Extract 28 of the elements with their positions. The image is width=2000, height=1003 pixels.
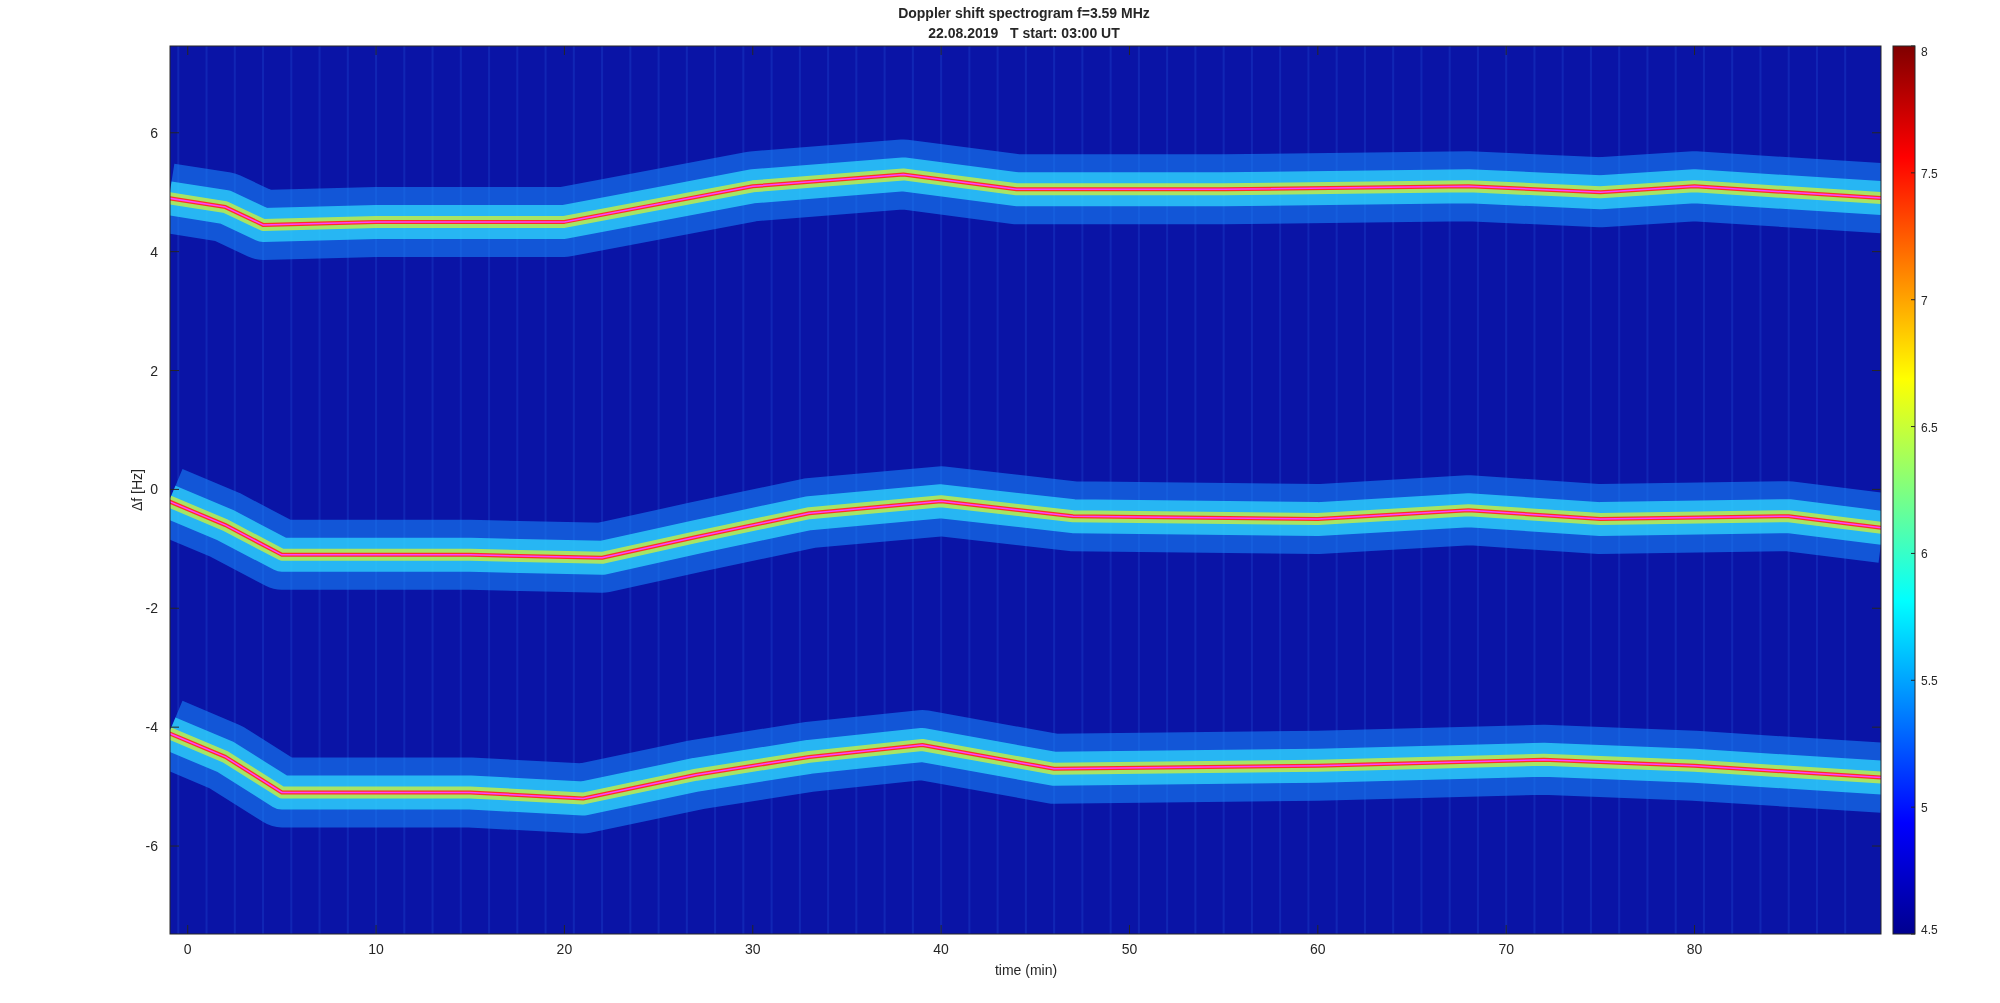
x-tick-label: 50 bbox=[1121, 941, 1138, 957]
x-tick-label: 70 bbox=[1498, 941, 1514, 957]
x-tick-label: 60 bbox=[1310, 941, 1326, 957]
colorbar-tick-label: 8 bbox=[1921, 45, 1928, 59]
x-tick-label: 80 bbox=[1686, 941, 1703, 957]
y-tick-label: 4 bbox=[150, 243, 158, 260]
y-axis-label: Δf [Hz] bbox=[129, 469, 145, 511]
x-tick-label: 30 bbox=[745, 941, 761, 957]
y-tick-label: 0 bbox=[150, 481, 158, 498]
colorbar-tick-label: 7.5 bbox=[1921, 166, 1938, 181]
x-tick-label: 10 bbox=[368, 941, 384, 957]
y-tick-label: -2 bbox=[145, 600, 158, 617]
y-tick-label: 6 bbox=[150, 124, 158, 141]
colorbar-tick-label: 5 bbox=[1921, 801, 1928, 816]
chart-subtitle: 22.08.2019 T start: 03:00 UT bbox=[928, 25, 1120, 41]
colorbar-tick-label: 6 bbox=[1921, 547, 1928, 562]
colorbar-tick-label: 6.5 bbox=[1921, 420, 1938, 435]
x-axis-label: time (min) bbox=[994, 962, 1058, 978]
x-tick-label: 40 bbox=[933, 941, 949, 957]
colorbar-tick-label: 5.5 bbox=[1921, 674, 1938, 689]
colorbar-tick-label: 7 bbox=[1921, 293, 1928, 308]
colorbar-tick-label: 4.5 bbox=[1921, 923, 1938, 937]
x-tick-label: 0 bbox=[183, 941, 192, 957]
y-tick-label: -4 bbox=[145, 719, 158, 736]
x-tick-label: 20 bbox=[556, 941, 573, 957]
y-tick-label: 2 bbox=[150, 362, 158, 379]
chart-title: Doppler shift spectrogram f=3.59 MHz bbox=[898, 5, 1150, 21]
y-tick-label: -6 bbox=[145, 838, 158, 855]
